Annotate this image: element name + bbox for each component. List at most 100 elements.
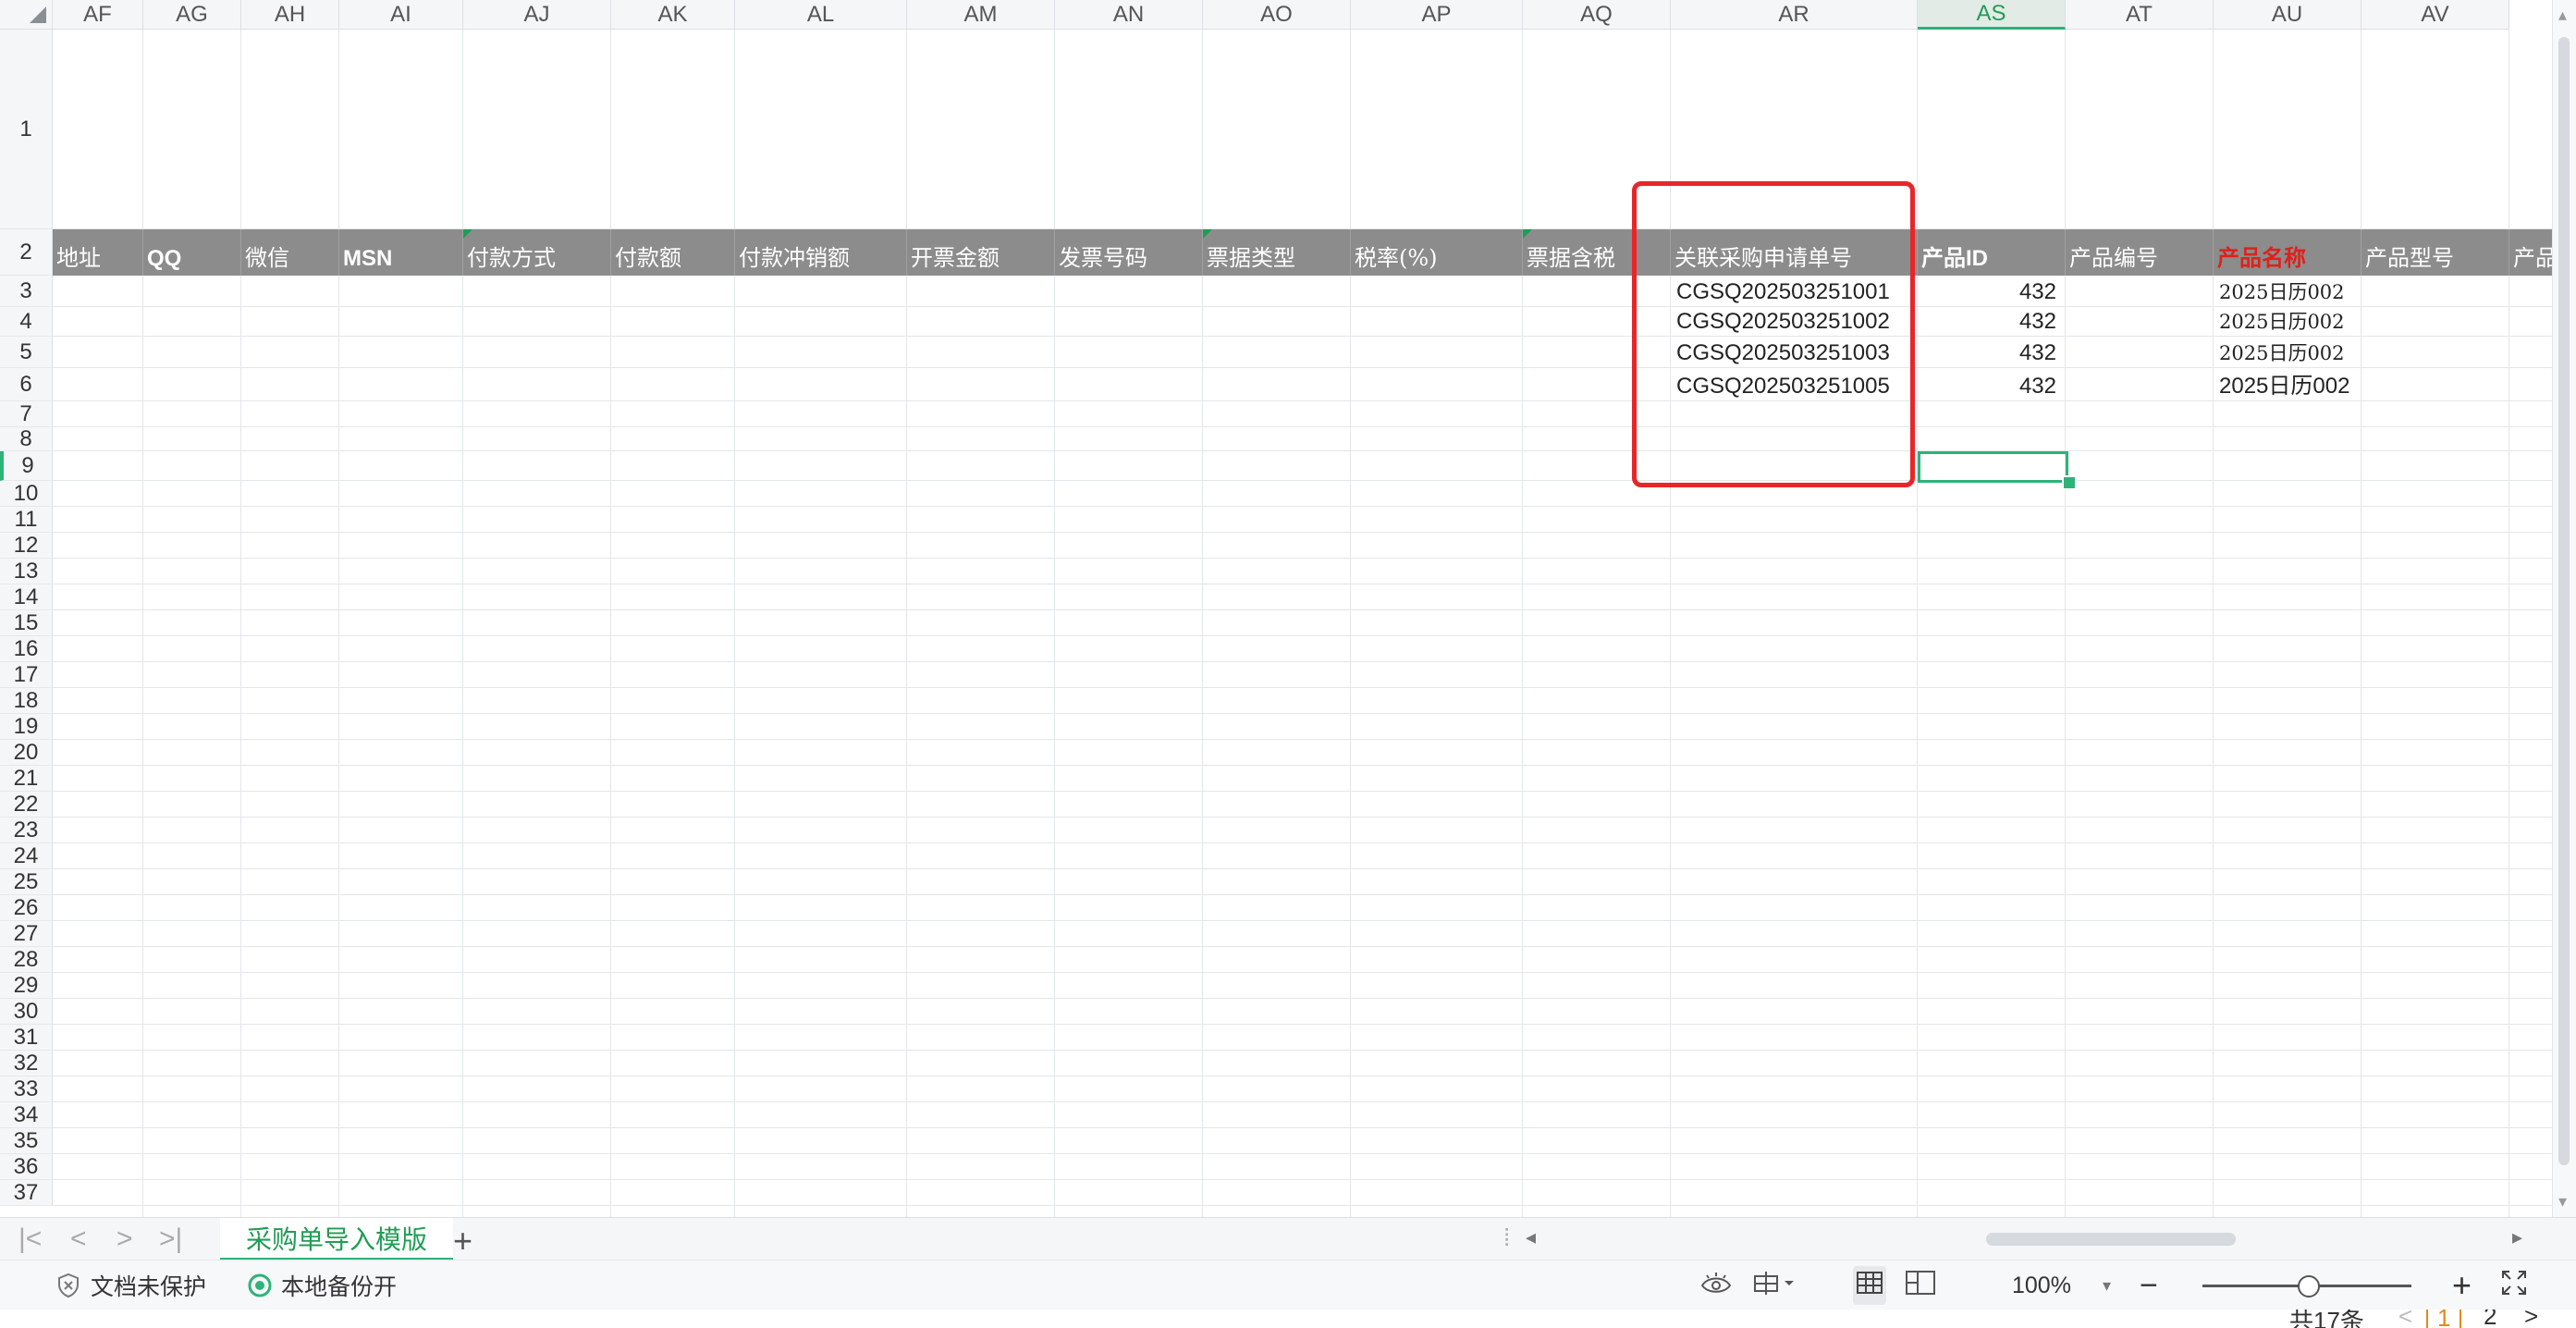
column-header-an[interactable]: AN	[1055, 0, 1203, 30]
eye-protection-button[interactable]	[1699, 1260, 1733, 1310]
column-header-aj[interactable]: AJ	[463, 0, 611, 30]
row-header-3[interactable]: 3	[0, 276, 53, 307]
header-cell-aj[interactable]: 付款方式	[463, 229, 611, 276]
header-cell-ao[interactable]: 票据类型	[1203, 229, 1351, 276]
column-header-am[interactable]: AM	[907, 0, 1055, 30]
scroll-left-icon[interactable]: ◂	[1526, 1225, 1536, 1249]
add-sheet-button[interactable]: +	[453, 1222, 472, 1260]
last-sheet-icon[interactable]: >|	[159, 1223, 182, 1255]
row-header-8[interactable]: 8	[0, 426, 53, 451]
vertical-scrollbar[interactable]: ▴ ▾	[2552, 0, 2576, 1217]
cell-au5[interactable]: 2025日历002	[2219, 337, 2367, 368]
pager-page-1[interactable]: 1	[2426, 1310, 2462, 1328]
row-header-14[interactable]: 14	[0, 584, 53, 610]
prev-sheet-icon[interactable]: <	[70, 1223, 87, 1255]
header-cell-an[interactable]: 发票号码	[1055, 229, 1203, 276]
scroll-up-icon[interactable]: ▴	[2558, 6, 2567, 25]
row-header-4[interactable]: 4	[0, 307, 53, 337]
horizontal-scroll-thumb[interactable]	[1986, 1233, 2236, 1246]
backup-status[interactable]: 本地备份开	[248, 1260, 397, 1310]
row-header-30[interactable]: 30	[0, 999, 53, 1025]
pager-prev-icon[interactable]: <	[2398, 1310, 2412, 1328]
row-header-5[interactable]: 5	[0, 337, 53, 368]
selected-cell[interactable]	[1918, 451, 2068, 483]
document-protection-status[interactable]: 文档未保护	[55, 1260, 206, 1310]
row-header-12[interactable]: 12	[0, 533, 53, 559]
header-cell-ah[interactable]: 微信	[241, 229, 339, 276]
column-header-ar[interactable]: AR	[1671, 0, 1918, 30]
zoom-slider[interactable]	[2202, 1260, 2411, 1310]
zoom-in-button[interactable]: +	[2452, 1260, 2472, 1310]
row-header-33[interactable]: 33	[0, 1076, 53, 1102]
column-header-as[interactable]: AS	[1918, 0, 2066, 30]
header-cell-af[interactable]: 地址	[53, 229, 143, 276]
column-header-al[interactable]: AL	[735, 0, 907, 30]
row-header-27[interactable]: 27	[0, 921, 53, 947]
tab-split-handle-icon[interactable]: ⁞	[1503, 1223, 1510, 1252]
freeze-panes-button[interactable]	[1751, 1260, 1797, 1310]
next-sheet-icon[interactable]: >	[117, 1223, 133, 1255]
vertical-scroll-thumb[interactable]	[2558, 37, 2570, 1165]
row-header-36[interactable]: 36	[0, 1154, 53, 1180]
scroll-right-icon[interactable]: ▸	[2512, 1225, 2522, 1249]
header-cell-at[interactable]: 产品编号	[2066, 229, 2214, 276]
column-header-ap[interactable]: AP	[1351, 0, 1523, 30]
row-header-9[interactable]: 9	[0, 451, 53, 481]
cell-au3[interactable]: 2025日历002	[2219, 276, 2367, 307]
header-cell-av[interactable]: 产品型号	[2361, 229, 2509, 276]
cell-as6[interactable]: 432	[1918, 368, 2066, 401]
column-header-ai[interactable]: AI	[339, 0, 463, 30]
scroll-down-icon[interactable]: ▾	[2558, 1192, 2567, 1211]
horizontal-scrollbar[interactable]: ◂ ▸	[1524, 1225, 2522, 1249]
cell-au4[interactable]: 2025日历002	[2219, 307, 2367, 337]
header-cell-ag[interactable]: QQ	[143, 229, 241, 276]
header-cell-au[interactable]: 产品名称	[2214, 229, 2361, 276]
row-header-23[interactable]: 23	[0, 818, 53, 843]
row-header-31[interactable]: 31	[0, 1025, 53, 1051]
row-header-34[interactable]: 34	[0, 1102, 53, 1128]
row-header-29[interactable]: 29	[0, 973, 53, 999]
row-header-24[interactable]: 24	[0, 843, 53, 869]
row-header-32[interactable]: 32	[0, 1051, 53, 1076]
cell-as4[interactable]: 432	[1918, 307, 2066, 337]
column-header-av[interactable]: AV	[2361, 0, 2509, 30]
row-header-7[interactable]: 7	[0, 401, 53, 427]
column-header-au[interactable]: AU	[2214, 0, 2361, 30]
column-header-ao[interactable]: AO	[1203, 0, 1351, 30]
column-header-aq[interactable]: AQ	[1523, 0, 1671, 30]
zoom-out-button[interactable]: −	[2140, 1260, 2158, 1310]
fullscreen-button[interactable]	[2500, 1260, 2528, 1310]
header-cell-aw[interactable]: 产品	[2509, 229, 2552, 276]
header-cell-ai[interactable]: MSN	[339, 229, 463, 276]
pager-page-2[interactable]: 2	[2484, 1310, 2496, 1328]
row-header-25[interactable]: 25	[0, 869, 53, 895]
row-header-15[interactable]: 15	[0, 610, 53, 636]
row-header-16[interactable]: 16	[0, 636, 53, 662]
row-header-10[interactable]: 10	[0, 481, 53, 507]
header-cell-ak[interactable]: 付款额	[611, 229, 735, 276]
select-all-corner[interactable]	[0, 0, 53, 30]
pager-next-icon[interactable]: >	[2524, 1310, 2538, 1328]
column-header-ag[interactable]: AG	[143, 0, 241, 30]
column-header-at[interactable]: AT	[2066, 0, 2214, 30]
fill-handle[interactable]	[2062, 475, 2077, 490]
row-header-19[interactable]: 19	[0, 714, 53, 740]
row-header-2[interactable]: 2	[0, 229, 53, 276]
cell-au6[interactable]: 2025日历002	[2219, 368, 2367, 401]
first-sheet-icon[interactable]: |<	[18, 1223, 42, 1255]
row-header-26[interactable]: 26	[0, 895, 53, 921]
row-header-6[interactable]: 6	[0, 368, 53, 401]
row-header-37[interactable]: 37	[0, 1180, 53, 1206]
row-header-1[interactable]: 1	[0, 30, 53, 229]
header-cell-ap[interactable]: 税率(%)	[1351, 229, 1523, 276]
spreadsheet-grid[interactable]: AF AG AH AI AJ AK AL AM AN AO AP AQ AR AS AT AU AV 12345…	[0, 0, 2552, 1217]
cell-as3[interactable]: 432	[1918, 276, 2066, 307]
page-layout-view-button[interactable]	[1905, 1260, 1936, 1310]
row-header-22[interactable]: 22	[0, 792, 53, 818]
zoom-level[interactable]: 100% ▾	[2012, 1260, 2111, 1310]
column-header-ak[interactable]: AK	[611, 0, 735, 30]
row-header-28[interactable]: 28	[0, 947, 53, 973]
normal-view-button[interactable]	[1853, 1266, 1886, 1305]
column-header-af[interactable]: AF	[53, 0, 143, 30]
row-header-21[interactable]: 21	[0, 766, 53, 792]
